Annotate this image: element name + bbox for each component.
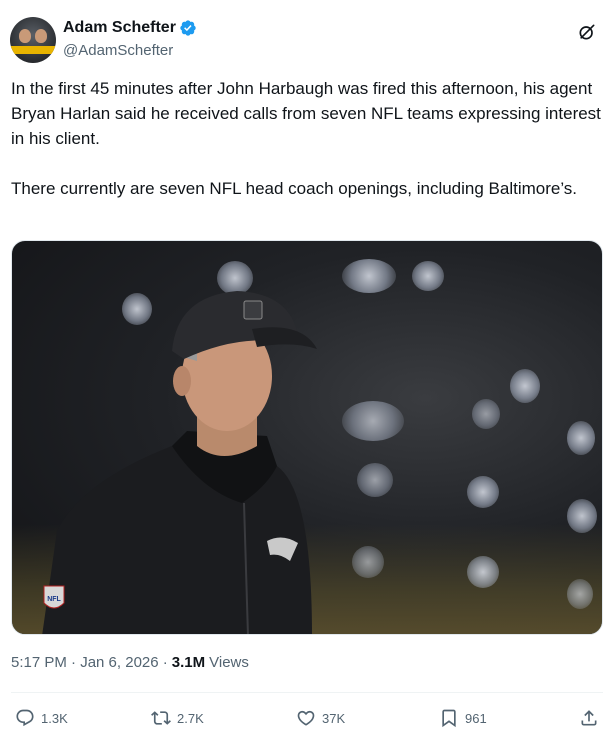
avatar[interactable] [10,17,56,63]
views-label: Views [209,654,249,671]
action-bar: 1.3K 2.7K 37K 961 [11,705,603,735]
cap-logo [243,300,263,320]
retweet-icon [151,711,171,725]
avatar-face-left [19,29,31,43]
nfl-shield-text: NFL [47,596,61,603]
reply-count: 1.3K [41,710,68,726]
tweet-photo[interactable]: NFL [11,240,603,635]
name-row: Adam Schefter [63,19,197,37]
heart-icon [297,710,315,726]
tweet-paragraph: In the first 45 minutes after John Harba… [11,79,601,148]
like-button[interactable]: 37K [296,705,345,731]
retweet-count: 2.7K [177,710,204,726]
avatar-face-right [35,29,47,43]
verified-badge-icon [180,20,196,36]
tweet-paragraph: There currently are seven NFL head coach… [11,179,578,198]
coach-figure: NFL [42,291,317,634]
author-handle[interactable]: @AdamSchefter [63,42,173,59]
bookmark-count: 961 [465,710,487,726]
grok-icon[interactable] [577,22,597,42]
avatar-banner [10,46,56,54]
cap-brim [252,327,317,349]
tweet-timestamp[interactable]: 5:17 PM · Jan 6, 2026 · [11,654,168,671]
tweet-meta: 5:17 PM · Jan 6, 2026 · 3.1M Views [11,654,249,671]
tweet-text: In the first 45 minutes after John Harba… [11,76,601,226]
retweet-button[interactable]: 2.7K [151,705,204,731]
like-count: 37K [322,710,346,726]
ear [173,366,191,396]
display-name[interactable]: Adam Schefter [63,19,176,37]
tweet-header: Adam Schefter @AdamSchefter [10,15,605,67]
bookmark-icon [442,709,456,728]
views-count: 3.1M [171,654,206,671]
reply-icon [16,709,34,727]
share-button[interactable] [579,705,599,731]
reply-button[interactable]: 1.3K [15,705,68,731]
share-icon [581,710,597,726]
bookmark-button[interactable]: 961 [439,705,487,731]
divider [11,692,603,693]
